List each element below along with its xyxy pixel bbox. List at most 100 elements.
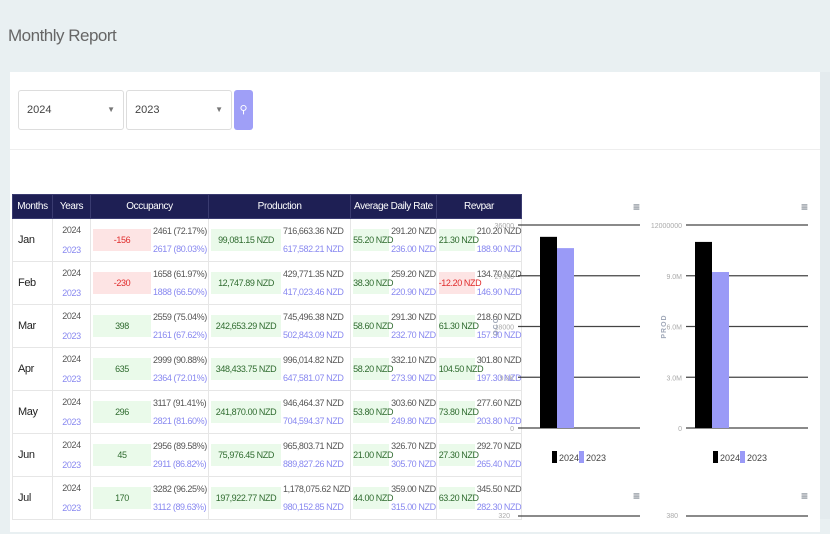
year-current: 2024 (62, 440, 81, 450)
y-tick-label: 6.0M (666, 325, 682, 332)
legend-swatch (713, 451, 718, 463)
adr-previous: 220.90 NZD (391, 287, 436, 297)
y-tick-label: 36000 (495, 223, 515, 230)
year-previous: 2023 (62, 417, 81, 427)
prod-previous: 980,152.85 NZD (283, 502, 344, 512)
prod-difference: 197,922.77 NZD (211, 487, 281, 509)
occ-cell: 296 3117 (91.41%) 2821 (81.60%) (90, 390, 209, 434)
adr-difference: 53.80 NZD (353, 401, 393, 423)
year-current: 2024 (62, 268, 81, 278)
chart-menu-icon[interactable]: ≡ (801, 489, 808, 503)
adr-current: 326.70 NZD (391, 441, 436, 451)
occ-current: 2999 (90.88%) (153, 355, 207, 365)
scrollbar[interactable] (820, 72, 830, 519)
adr-previous: 232.70 NZD (391, 330, 436, 340)
occ-cell: 635 2999 (90.88%) 2364 (72.01%) (90, 347, 209, 391)
adr-cell: 55.20 NZD 291.20 NZD 236.00 NZD (350, 218, 437, 262)
occ-previous: 2161 (67.62%) (153, 330, 207, 340)
month-cell: May (12, 390, 53, 434)
bar-2023[interactable] (712, 272, 729, 428)
y-tick-label: 3.0M (666, 375, 682, 382)
rev-difference: 61.30 NZD (438, 315, 479, 337)
monthly-table: Months Years Occupancy Production Average Da… (12, 194, 523, 520)
adr-current: 303.60 NZD (391, 398, 436, 408)
prod-cell: 99,081.15 NZD 716,663.36 NZD 617,582.21 NZ… (207, 218, 352, 262)
column-header[interactable]: Years (52, 194, 91, 219)
search-icon: ⚲ (239, 104, 248, 116)
prod-cell: 75,976.45 NZD 965,803.71 NZD 889,827.26 NZ… (207, 433, 352, 477)
prod-current: 429,771.35 NZD (283, 269, 344, 279)
y-tick-label: 27000 (495, 274, 515, 281)
table-row: Jun 2024 2023 45 2956 (89.58%) 2911 (86.82%)… (12, 433, 523, 477)
page-title: Monthly Report (8, 26, 117, 45)
rev-difference: 73.80 NZD (438, 401, 479, 423)
year1-value: 2024 (27, 104, 52, 116)
adr-previous: 249.80 NZD (391, 416, 436, 426)
adr-difference: 21.00 NZD (353, 444, 393, 466)
occ-current: 3282 (96.25%) (153, 484, 207, 494)
adr-difference: 44.00 NZD (353, 487, 393, 509)
year-previous: 2023 (62, 374, 81, 384)
chart-menu-icon[interactable]: ≡ (633, 489, 640, 503)
column-header[interactable]: Production (207, 194, 352, 219)
prod-current: 965,803.71 NZD (283, 441, 344, 451)
adr-previous: 315.00 NZD (391, 502, 436, 512)
occ-current: 2956 (89.58%) (153, 441, 207, 451)
adr-difference: 38.30 NZD (353, 272, 393, 294)
chart-menu-icon[interactable]: ≡ (801, 200, 808, 214)
column-header[interactable]: Average Daily Rate (350, 194, 437, 219)
occ-current: 2461 (72.17%) (153, 226, 207, 236)
year-previous: 2023 (62, 288, 81, 298)
prod-current: 996,014.82 NZD (283, 355, 344, 365)
legend-swatch (740, 451, 745, 463)
year-current: 2024 (62, 311, 81, 321)
years-cell: 2024 2023 (52, 218, 91, 262)
occ-previous: 2821 (81.60%) (153, 416, 207, 426)
year-previous: 2023 (62, 460, 81, 470)
column-header[interactable]: Months (12, 194, 53, 219)
legend-label[interactable]: 2024 (720, 453, 740, 463)
legend-label[interactable]: 2024 (559, 453, 579, 463)
column-header[interactable]: Occupancy (90, 194, 209, 219)
search-button[interactable]: ⚲ (234, 90, 253, 130)
adr-cell: 38.30 NZD 259.20 NZD 220.90 NZD (350, 261, 437, 305)
adr-cell: 21.00 NZD 326.70 NZD 305.70 NZD (350, 433, 437, 477)
year2-select[interactable]: 2023 ▼ (126, 90, 232, 130)
legend-label[interactable]: 2023 (586, 453, 606, 463)
bar-2024[interactable] (540, 236, 557, 428)
table-row: Jul 2024 2023 170 3282 (96.25%) 3112 (89.63%… (12, 476, 523, 520)
prod-current: 946,464.37 NZD (283, 398, 344, 408)
occ-difference: -156 (93, 229, 151, 251)
rev-difference: 27.30 NZD (438, 444, 479, 466)
years-cell: 2024 2023 (52, 476, 91, 520)
bar-2024[interactable] (695, 241, 712, 428)
prod-current: 1,178,075.62 NZD (283, 484, 351, 494)
occ-previous: 2364 (72.01%) (153, 373, 207, 383)
prod-difference: 12,747.89 NZD (211, 272, 281, 294)
years-cell: 2024 2023 (52, 433, 91, 477)
y-axis-label: OCC (493, 317, 500, 336)
divider (10, 149, 820, 150)
bar-2023[interactable] (557, 248, 574, 428)
adr-difference: 55.20 NZD (353, 229, 393, 251)
chart-menu-icon[interactable]: ≡ (633, 200, 640, 214)
y-tick-label: 0 (510, 426, 514, 433)
adr-previous: 273.90 NZD (391, 373, 436, 383)
prod-previous: 417,023.46 NZD (283, 287, 344, 297)
legend-swatch (552, 451, 557, 463)
legend-label[interactable]: 2023 (747, 453, 767, 463)
occ-current: 1658 (61.97%) (153, 269, 207, 279)
adr-difference: 58.60 NZD (353, 315, 393, 337)
prod-difference: 99,081.15 NZD (211, 229, 281, 251)
prod-cell: 242,653.29 NZD 745,496.38 NZD 502,843.09 N… (207, 304, 352, 348)
legend-swatch (579, 451, 584, 463)
table-row: Jan 2024 2023 -156 2461 (72.17%) 2617 (80.03… (12, 218, 523, 262)
year-previous: 2023 (62, 503, 81, 513)
table-row: Mar 2024 2023 398 2559 (75.04%) 2161 (67.62%… (12, 304, 523, 348)
occ-cell: 398 2559 (75.04%) 2161 (67.62%) (90, 304, 209, 348)
month-cell: Jan (12, 218, 53, 262)
rev-difference: 63.20 NZD (438, 487, 479, 509)
year-current: 2024 (62, 483, 81, 493)
y-tick-label: 0 (678, 426, 682, 433)
year1-select[interactable]: 2024 ▼ (18, 90, 124, 130)
